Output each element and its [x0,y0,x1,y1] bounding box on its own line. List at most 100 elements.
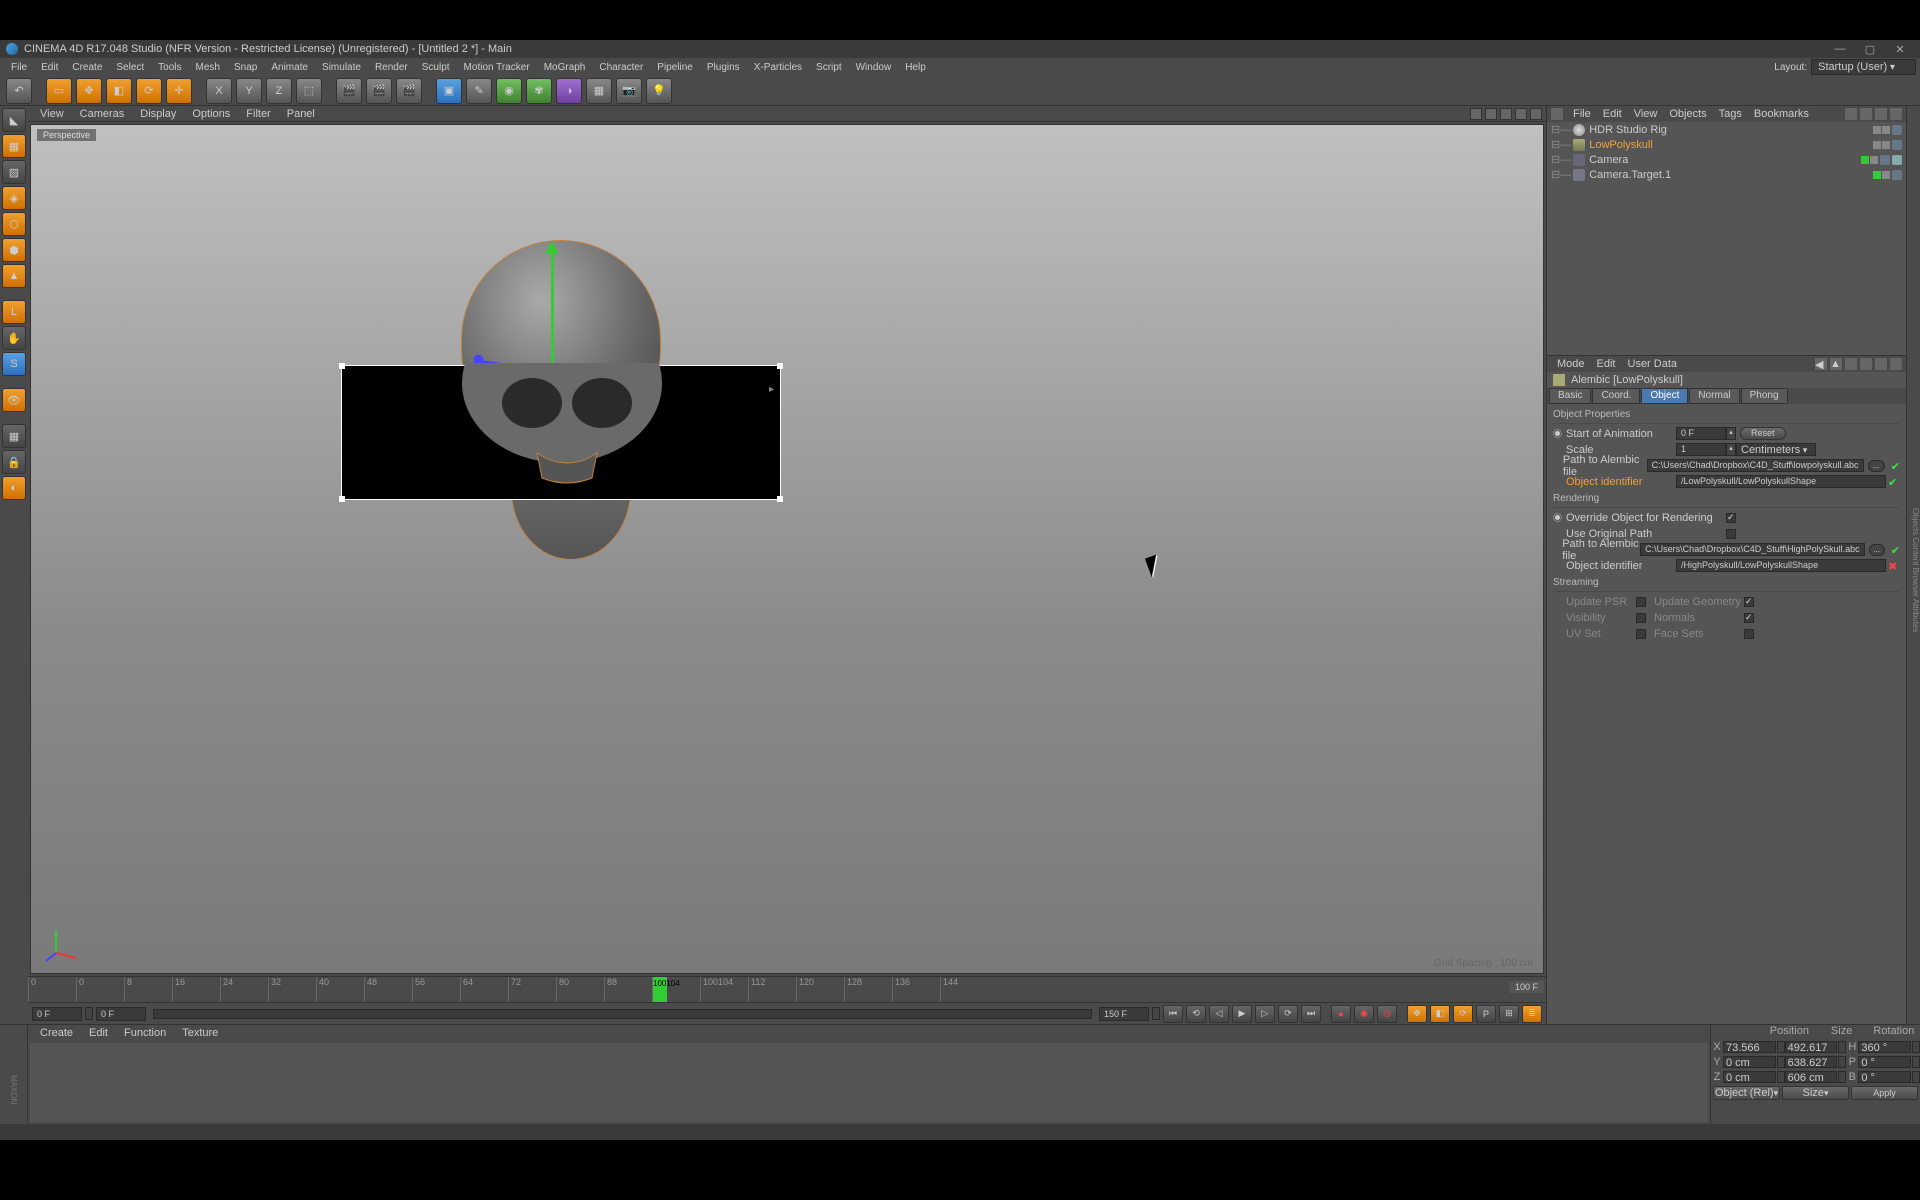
upd-geo-checkbox[interactable] [1744,597,1754,607]
menu-item[interactable]: Motion Tracker [457,62,537,73]
pos-field[interactable]: 0 cm [1723,1071,1776,1083]
range-start-field[interactable]: 0 F [96,1007,146,1021]
object-row[interactable]: ⊟—Camera.Target.1 [1547,167,1906,182]
key-pla-button[interactable]: ⊞ [1499,1005,1519,1023]
key-pos-button[interactable]: ✥ [1407,1005,1427,1023]
tweak-button[interactable]: ✋ [2,326,26,350]
keyframe-button[interactable]: ◎ [1377,1005,1397,1023]
texture-mode-button[interactable]: ▨ [2,160,26,184]
loop-button[interactable]: ⟲ [1186,1005,1206,1023]
menu-item[interactable]: Select [109,62,151,73]
select-tool[interactable]: ▭ [46,78,72,104]
radio-icon[interactable] [1553,513,1562,522]
bulb-icon[interactable]: 💡 [646,78,672,104]
next-frame-button[interactable]: ▷ [1255,1005,1275,1023]
nav-lock-icon[interactable] [1875,358,1887,370]
menu-item[interactable]: File [4,62,34,73]
key-rot-button[interactable]: ⟳ [1453,1005,1473,1023]
nav-up-icon[interactable]: ▲ [1830,358,1842,370]
perspective-viewport[interactable]: Perspective [30,124,1544,974]
reset-button[interactable]: Reset [1740,427,1786,440]
size-field[interactable]: 606 cm [1785,1071,1838,1083]
nav-search-icon[interactable] [1845,358,1857,370]
axis-y-toggle[interactable]: Y [236,78,262,104]
render-path-field[interactable]: C:\Users\Chad\Dropbox\C4D_Stuff\HighPoly… [1640,543,1864,556]
object-row[interactable]: ⊟—Camera [1547,152,1906,167]
render-settings-button[interactable]: 🎬 [396,78,422,104]
home-icon[interactable] [1860,108,1872,120]
nav-home-icon[interactable] [1860,358,1872,370]
current-frame-field[interactable]: 0 F [32,1007,82,1021]
deformer-button[interactable]: ✾ [526,78,552,104]
scale-tool[interactable]: ◧ [106,78,132,104]
menu-item[interactable]: Plugins [700,62,747,73]
vp-menu-item[interactable]: Panel [279,108,323,120]
play-button[interactable]: ▶ [1232,1005,1252,1023]
uvset-checkbox[interactable] [1636,629,1646,639]
render-region-button[interactable]: 🎬 [366,78,392,104]
mat-menu-item[interactable]: Create [32,1027,81,1039]
spinner-icon[interactable]: ▴ [1726,427,1736,440]
rot-field[interactable]: 0 ° [1858,1071,1911,1083]
axis-x-toggle[interactable]: X [206,78,232,104]
vp-menu-item[interactable]: View [32,108,72,120]
menu-item[interactable]: X-Particles [747,62,809,73]
visibility-checkbox[interactable] [1636,613,1646,623]
nav-back-icon[interactable]: ◀ [1815,358,1827,370]
menu-item[interactable]: MoGraph [537,62,593,73]
attr-menu-item[interactable]: Edit [1591,358,1622,370]
goto-start-button[interactable]: ⏮ [1163,1005,1183,1023]
menu-icon[interactable] [1890,108,1902,120]
record-button[interactable]: ● [1331,1005,1351,1023]
menu-item[interactable]: Edit [34,62,65,73]
workplane-button[interactable]: ◈ [2,186,26,210]
menu-item[interactable]: Pipeline [650,62,700,73]
side-tabs[interactable]: Objects Content Browser Attributes [1906,106,1920,1024]
menu-item[interactable]: Simulate [315,62,368,73]
edge-mode-button[interactable]: ⬢ [2,238,26,262]
vp-nav-icon[interactable] [1530,108,1542,120]
camera-button[interactable]: ▦ [586,78,612,104]
object-row[interactable]: ⊟—LowPolyskull [1547,137,1906,152]
menu-item[interactable]: Tools [151,62,188,73]
object-row[interactable]: ⊟—HDR Studio Rig [1547,122,1906,137]
snap-button[interactable]: S [2,352,26,376]
last-tool[interactable]: ✛ [166,78,192,104]
vp-menu-item[interactable]: Cameras [72,108,133,120]
timeline-cursor[interactable]: 100104 [653,977,667,1002]
render-view-button[interactable]: 🎬 [336,78,362,104]
menu-item[interactable]: Window [849,62,899,73]
rot-field[interactable]: 360 ° [1858,1041,1911,1053]
attr-menu-item[interactable]: User Data [1622,358,1684,370]
move-tool[interactable]: ✥ [76,78,102,104]
scale-field[interactable]: 1 [1676,443,1726,456]
timeline-ruler[interactable]: 0081624324048566472808896100104112120128… [28,976,1546,1002]
menu-item[interactable]: Sculpt [415,62,457,73]
misc-mode-button[interactable]: ◐ [2,476,26,500]
layout-dropdown[interactable]: Startup (User) ▾ [1811,59,1916,75]
object-id-field[interactable]: /LowPolyskull/LowPolyskullShape [1676,475,1886,488]
undo-button[interactable]: ↶ [6,78,32,104]
vp-nav-icon[interactable] [1470,108,1482,120]
render-region-rect[interactable]: ▸ [341,365,781,500]
om-menu-item[interactable]: Edit [1597,108,1628,120]
pen-tool-button[interactable]: ✎ [466,78,492,104]
coord-system-button[interactable]: ⬚ [296,78,322,104]
menu-item[interactable]: Script [809,62,849,73]
gizmo-y-axis[interactable] [551,245,554,375]
material-list[interactable] [30,1043,1708,1122]
browse-button[interactable]: ... [1869,544,1885,556]
attr-tab[interactable]: Basic [1549,388,1591,404]
coord-size-dropdown[interactable]: Size ▾ [1782,1086,1849,1100]
menu-item[interactable]: Help [898,62,933,73]
browse-button[interactable]: ... [1868,460,1885,472]
vp-nav-icon[interactable] [1500,108,1512,120]
object-mode-button[interactable]: ▦ [2,134,26,158]
range-end-field[interactable]: 150 F [1099,1007,1149,1021]
coord-apply-button[interactable]: Apply [1851,1086,1918,1100]
size-field[interactable]: 492.617 cm [1785,1041,1838,1053]
goto-end-button[interactable]: ⏭ [1301,1005,1321,1023]
minimize-button[interactable]: — [1826,41,1854,57]
spinner-icon[interactable] [85,1007,93,1020]
axis-z-toggle[interactable]: Z [266,78,292,104]
